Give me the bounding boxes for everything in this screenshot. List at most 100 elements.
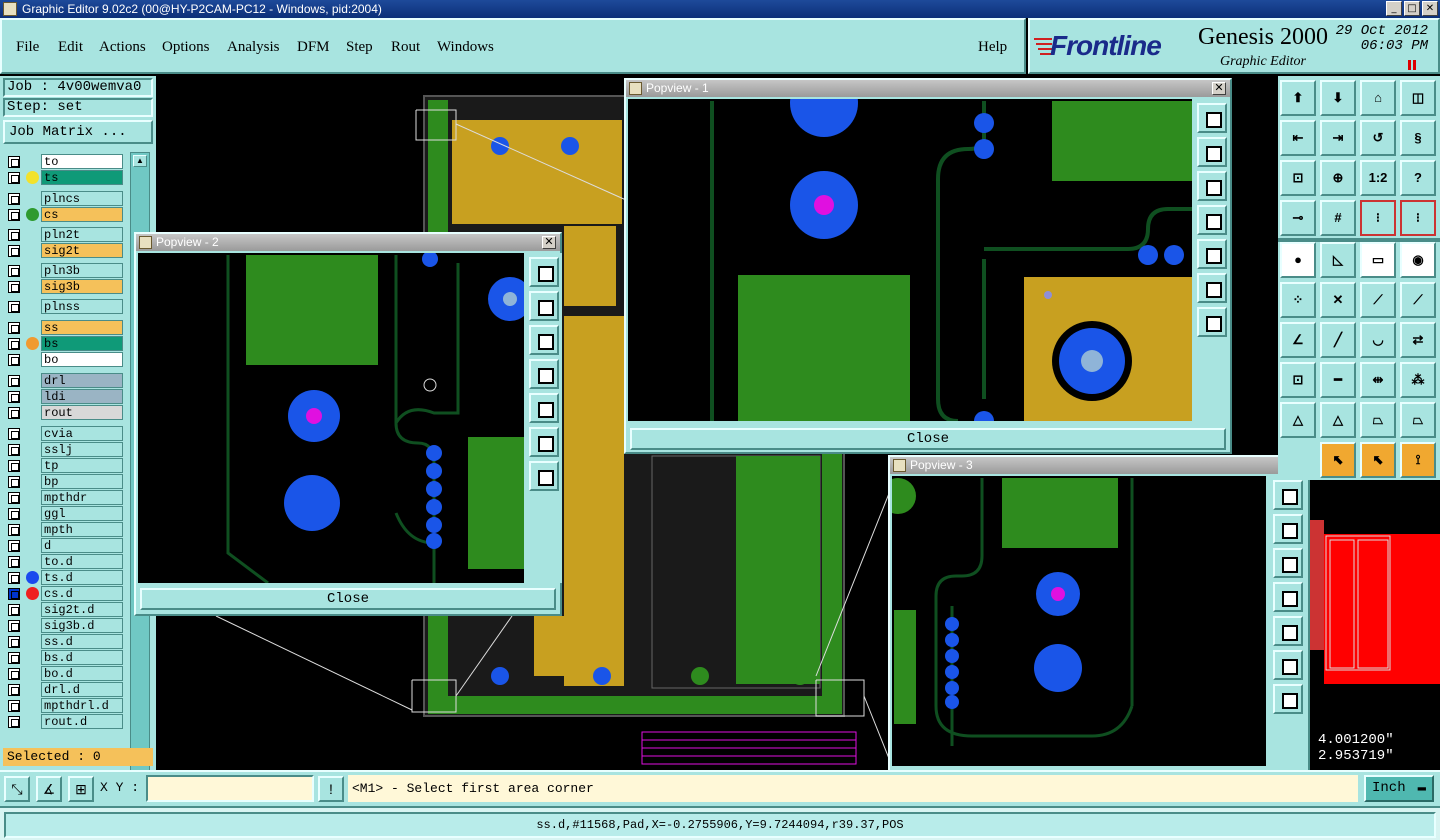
layer-name[interactable]: rout.d: [41, 714, 123, 729]
zoom-fit-icon[interactable]: ⊡: [1280, 160, 1316, 196]
layer-name[interactable]: to.d: [41, 554, 123, 569]
layer-checkbox[interactable]: [8, 636, 20, 648]
redraw-icon[interactable]: ↺: [1360, 120, 1396, 156]
layer-checkbox[interactable]: [8, 301, 20, 313]
popview-2-titlebar[interactable]: Popview - 2 ✕: [136, 234, 560, 251]
layer-row[interactable]: pln2t: [4, 227, 128, 242]
layer-name[interactable]: ss.d: [41, 634, 123, 649]
layer-checkbox[interactable]: [8, 700, 20, 712]
menu-windows[interactable]: Windows: [437, 39, 494, 56]
layer-checkbox[interactable]: [8, 265, 20, 277]
cross-icon[interactable]: ✕: [1320, 282, 1356, 318]
zoom-area-icon[interactable]: ⊕: [1320, 160, 1356, 196]
popview-1-zoom-home-icon[interactable]: [1197, 103, 1227, 133]
popview-1-titlebar[interactable]: Popview - 1 ✕: [626, 80, 1230, 97]
layer-name[interactable]: plncs: [41, 191, 123, 206]
layer-row[interactable]: sig2t: [4, 243, 128, 258]
layer-name[interactable]: to: [41, 154, 123, 169]
layer-row[interactable]: plnss: [4, 299, 128, 314]
popview-1-view[interactable]: [628, 99, 1192, 421]
layer-checkbox[interactable]: [8, 375, 20, 387]
layer-name[interactable]: sig3b: [41, 279, 123, 294]
popview-3-zoom-home-icon[interactable]: [1273, 480, 1303, 510]
minimize-button[interactable]: _: [1386, 1, 1402, 16]
add-pad-icon[interactable]: ●: [1280, 242, 1316, 278]
popview-1-window[interactable]: Popview - 1 ✕ Close: [624, 78, 1232, 454]
xy-input[interactable]: [146, 775, 314, 802]
layer-checkbox[interactable]: [8, 209, 20, 221]
layer-checkbox[interactable]: [8, 524, 20, 536]
layer-checkbox[interactable]: [8, 229, 20, 241]
dot-select-icon[interactable]: ◉: [1400, 242, 1436, 278]
popview-3-pan-right-icon[interactable]: [1273, 616, 1303, 646]
layer-name[interactable]: tp: [41, 458, 123, 473]
layer-checkbox[interactable]: [8, 540, 20, 552]
layer-name[interactable]: plnss: [41, 299, 123, 314]
layer-name[interactable]: drl.d: [41, 682, 123, 697]
snake-icon[interactable]: §: [1400, 120, 1436, 156]
pointer-icon[interactable]: ⬉: [1360, 442, 1396, 478]
layer-checkbox[interactable]: [8, 391, 20, 403]
layer-checkbox[interactable]: [8, 193, 20, 205]
menu-help[interactable]: Help: [978, 39, 1007, 56]
window-titlebar[interactable]: Graphic Editor 9.02c2 (00@HY-P2CAM-PC12 …: [0, 0, 1440, 18]
home-icon[interactable]: ⌂: [1360, 80, 1396, 116]
layer-row[interactable]: mpth: [4, 522, 128, 537]
layer-row[interactable]: cvia: [4, 426, 128, 441]
layer-row[interactable]: sslj: [4, 442, 128, 457]
pause-indicator-icon[interactable]: [1408, 60, 1416, 70]
snap-tool-icon[interactable]: ⊸: [1280, 200, 1316, 236]
layer-row[interactable]: bs.d: [4, 650, 128, 665]
popview-2-pan-up-icon[interactable]: [529, 291, 559, 321]
layer-name[interactable]: bp: [41, 474, 123, 489]
layer-checkbox[interactable]: [8, 354, 20, 366]
popview-2-window[interactable]: Popview - 2 ✕ Close: [134, 232, 562, 616]
popview-2-zoom-in-icon[interactable]: [529, 427, 559, 457]
dimension-icon[interactable]: ⇹: [1360, 362, 1396, 398]
layer-checkbox[interactable]: [8, 245, 20, 257]
snap-mode-icon[interactable]: ⤡: [4, 776, 30, 802]
red-select-icon[interactable]: ◺: [1320, 242, 1356, 278]
layer-row[interactable]: pln3b: [4, 263, 128, 278]
layer-row[interactable]: ss: [4, 320, 128, 335]
angle-snap-icon[interactable]: ∡: [36, 776, 62, 802]
popview-1-zoom-in-icon[interactable]: [1197, 273, 1227, 303]
popview-2-close-button[interactable]: Close: [140, 588, 556, 610]
layer-row[interactable]: drl: [4, 373, 128, 388]
layer-checkbox[interactable]: [8, 476, 20, 488]
layer-checkbox[interactable]: [8, 407, 20, 419]
pan-left-icon[interactable]: ⇤: [1280, 120, 1316, 156]
layer-checkbox[interactable]: [8, 460, 20, 472]
layer-name[interactable]: pln3b: [41, 263, 123, 278]
grid-snap-icon[interactable]: ⊞: [68, 776, 94, 802]
layer-name[interactable]: mpthdr: [41, 490, 123, 505]
ruler-icon[interactable]: ▭: [1360, 242, 1396, 278]
popview-1-pan-down-icon[interactable]: [1197, 171, 1227, 201]
pad-move-icon[interactable]: ⊡: [1280, 362, 1316, 398]
layer-row[interactable]: to: [4, 154, 128, 169]
help-icon[interactable]: ?: [1400, 160, 1436, 196]
layer-row[interactable]: plncs: [4, 191, 128, 206]
layer-checkbox[interactable]: [8, 281, 20, 293]
layer-name[interactable]: ldi: [41, 389, 123, 404]
triangle-alt-icon[interactable]: △: [1320, 402, 1356, 438]
layer-name[interactable]: mpthdrl.d: [41, 698, 123, 713]
layer-name[interactable]: drl: [41, 373, 123, 388]
layer-row[interactable]: cs: [4, 207, 128, 222]
layer-row[interactable]: rout: [4, 405, 128, 420]
layer-checkbox[interactable]: [8, 556, 20, 568]
diagonal-line-icon[interactable]: ╱: [1320, 322, 1356, 358]
popview-1-close-button[interactable]: Close: [630, 428, 1226, 450]
layer-row[interactable]: sig2t.d: [4, 602, 128, 617]
menu-edit[interactable]: Edit: [58, 39, 83, 56]
layer-name[interactable]: pln2t: [41, 227, 123, 242]
popview-2-view[interactable]: [138, 253, 524, 583]
arc-icon[interactable]: ◡: [1360, 322, 1396, 358]
layer-row[interactable]: d: [4, 538, 128, 553]
pads-group-icon[interactable]: ⁂: [1400, 362, 1436, 398]
menu-options[interactable]: Options: [162, 39, 210, 56]
popview-3-view[interactable]: [892, 476, 1266, 766]
popview-3-window[interactable]: Popview - 3 ✕ Close: [888, 455, 1310, 799]
layer-name[interactable]: sslj: [41, 442, 123, 457]
layer-row[interactable]: bo: [4, 352, 128, 367]
